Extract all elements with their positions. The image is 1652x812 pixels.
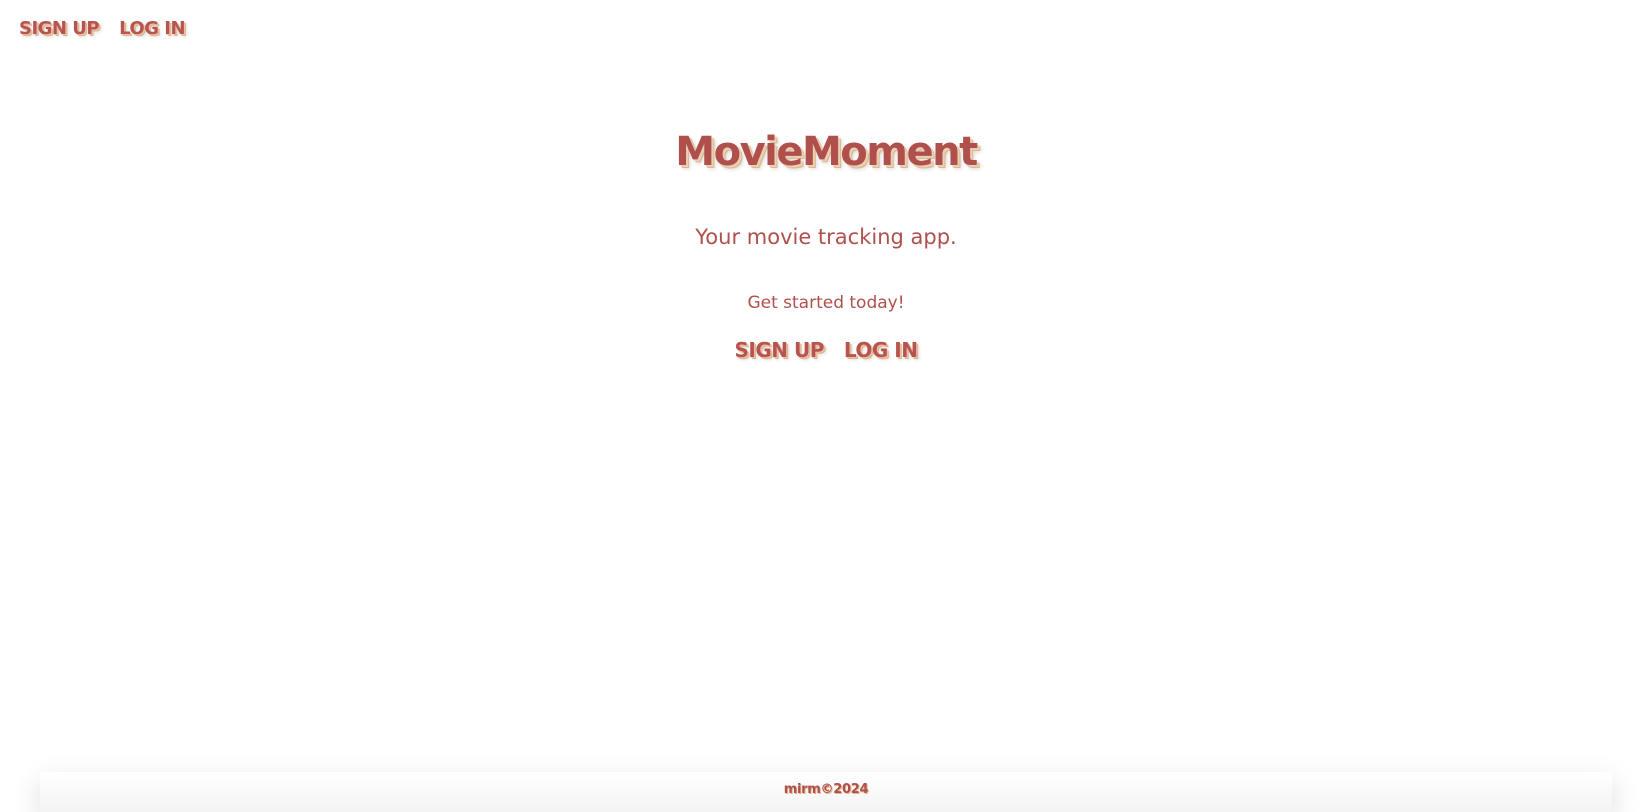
app-title: MovieMoment	[675, 129, 978, 175]
signup-button[interactable]: SIGN UP	[735, 338, 825, 362]
signup-link[interactable]: SIGN UP	[19, 18, 100, 39]
cta-text: Get started today!	[747, 293, 905, 313]
login-button[interactable]: LOG IN	[844, 338, 918, 362]
cta-buttons: SIGN UP LOG IN	[0, 338, 1652, 362]
login-link[interactable]: LOG IN	[119, 18, 185, 39]
footer: mirm©2024	[40, 772, 1612, 812]
hero-section: MovieMoment Your movie tracking app. Get…	[0, 128, 1652, 362]
footer-copyright: mirm©2024	[783, 782, 869, 797]
tagline: Your movie tracking app.	[695, 225, 957, 249]
top-nav: SIGN UP LOG IN	[19, 18, 186, 39]
